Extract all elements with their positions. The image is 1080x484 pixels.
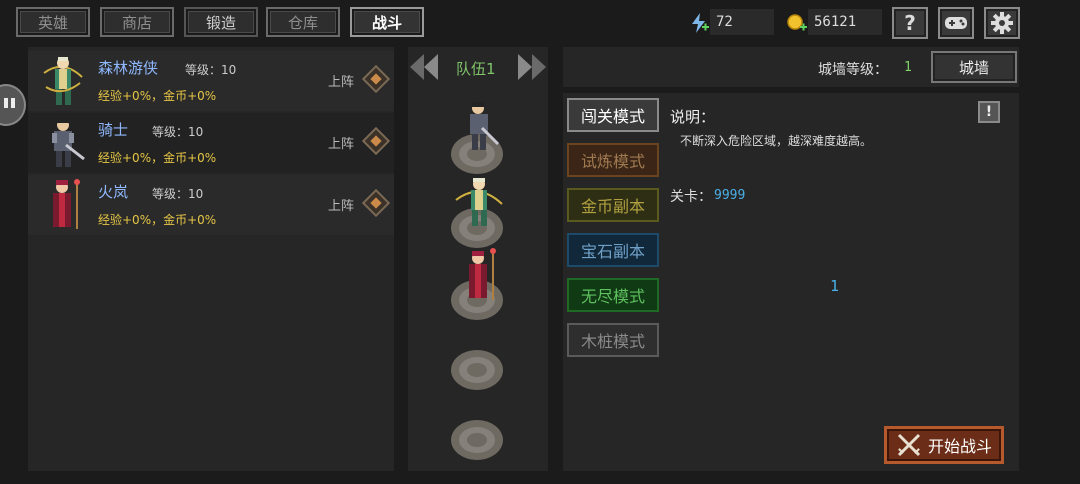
hero-row[interactable]: 森林游侠 等级：10 经验+0%，金币+0% 上阵 <box>28 51 394 111</box>
gamepad-icon <box>945 17 967 29</box>
hero-row[interactable]: 骑士 等级：10 经验+0%，金币+0% 上阵 <box>28 113 394 173</box>
center-number: 1 <box>830 277 840 295</box>
tab-label: 英雄 <box>37 13 68 32</box>
hero-name: 火岚 <box>98 183 129 201</box>
tab-label: 战斗 <box>371 13 402 32</box>
gear-icon <box>991 12 1013 34</box>
hero-name: 森林游侠 <box>98 59 159 77</box>
energy-value: 72 <box>710 9 774 35</box>
mage-portrait <box>53 179 80 229</box>
gamepad-button[interactable] <box>938 7 974 39</box>
start-battle-button[interactable]: 开始战斗 <box>884 426 1004 464</box>
stage-label: 关卡： <box>670 189 712 205</box>
description-text: 不断深入危险区域，越深难度越高。 <box>680 134 873 148</box>
ranger-sprite <box>455 178 503 226</box>
mode-dummy-button[interactable]: 木桩模式 <box>567 323 659 357</box>
knight-portrait <box>52 118 85 167</box>
hero-name: 骑士 <box>98 121 129 139</box>
mode-label: 金币副本 <box>580 197 645 216</box>
hero-bonus: 经验+0%，金币+0% <box>98 151 217 165</box>
hero-bonus: 经验+0%，金币+0% <box>98 89 217 103</box>
team-prev-arrow-icon[interactable] <box>408 52 442 82</box>
mode-stage-button[interactable]: 闯关模式 <box>567 98 659 132</box>
crossed-swords-icon <box>897 433 921 457</box>
knight-sprite <box>470 102 500 150</box>
team-next-arrow-icon[interactable] <box>514 52 548 82</box>
hero-level: 等级：10 <box>152 125 204 139</box>
mode-label: 闯关模式 <box>580 107 645 126</box>
hero-level: 等级：10 <box>152 187 204 201</box>
mage-sprite <box>469 248 496 300</box>
tab-warehouse[interactable]: 仓库 <box>266 7 340 37</box>
tab-heroes[interactable]: 英雄 <box>16 7 90 37</box>
mode-gem-dungeon-button[interactable]: 宝石副本 <box>567 233 659 267</box>
team-slot-4[interactable] <box>449 348 505 392</box>
hero-bonus: 经验+0%，金币+0% <box>98 213 217 227</box>
deploy-diamond-icon[interactable] <box>361 188 391 218</box>
hero-row[interactable]: 火岚 等级：10 经验+0%，金币+0% 上阵 <box>28 175 394 235</box>
mode-label: 木桩模式 <box>580 332 645 351</box>
team-label: 队伍1 <box>456 60 496 78</box>
wall-button-label: 城墙 <box>958 58 989 77</box>
deploy-label: 上阵 <box>328 75 355 90</box>
exclamation-icon: ! <box>985 104 993 120</box>
mode-gold-dungeon-button[interactable]: 金币副本 <box>567 188 659 222</box>
mode-endless-button[interactable]: 无尽模式 <box>567 278 659 312</box>
info-button[interactable]: ! <box>978 101 1000 123</box>
side-dot <box>4 98 8 108</box>
side-float-button[interactable] <box>0 84 26 126</box>
settings-button[interactable] <box>984 7 1020 39</box>
gold-coin-icon <box>786 12 808 38</box>
deploy-diamond-icon[interactable] <box>361 64 391 94</box>
wall-level-value: 1 <box>904 60 912 75</box>
question-icon: ? <box>904 11 916 35</box>
wall-button[interactable]: 城墙 <box>931 51 1017 83</box>
wall-level-label: 城墙等级： <box>818 62 888 78</box>
mode-label: 试炼模式 <box>580 152 645 171</box>
side-dot <box>11 98 15 108</box>
tab-shop[interactable]: 商店 <box>100 7 174 37</box>
deploy-label: 上阵 <box>328 199 355 214</box>
mode-label: 宝石副本 <box>580 242 645 261</box>
ranger-portrait <box>43 57 83 105</box>
team-slot-5[interactable] <box>449 418 505 462</box>
deploy-label: 上阵 <box>328 137 355 152</box>
deploy-diamond-icon[interactable] <box>361 126 391 156</box>
hero-level: 等级：10 <box>185 63 237 77</box>
tab-forge[interactable]: 锻造 <box>184 7 258 37</box>
help-button[interactable]: ? <box>892 7 928 39</box>
stage-value: 9999 <box>714 188 746 203</box>
mode-trial-button[interactable]: 试炼模式 <box>567 143 659 177</box>
tab-label: 商店 <box>121 13 152 32</box>
gold-value: 56121 <box>808 9 882 35</box>
energy-icon <box>688 12 710 38</box>
tab-battle[interactable]: 战斗 <box>350 7 424 37</box>
start-battle-label: 开始战斗 <box>927 437 992 456</box>
mode-label: 无尽模式 <box>580 287 645 306</box>
description-title: 说明： <box>670 108 716 126</box>
tab-label: 锻造 <box>205 13 236 32</box>
tab-label: 仓库 <box>287 13 318 32</box>
